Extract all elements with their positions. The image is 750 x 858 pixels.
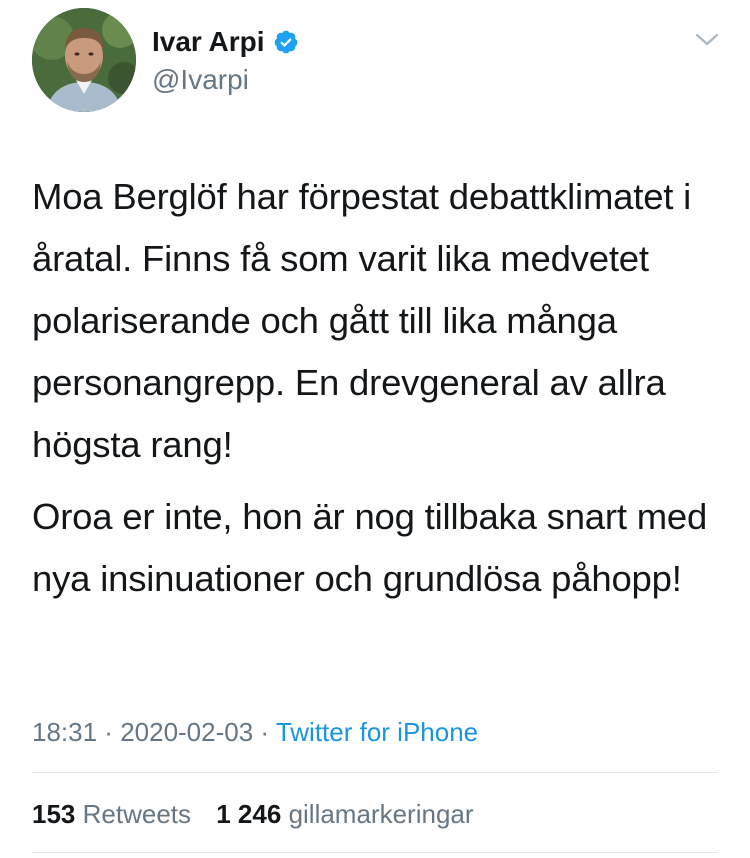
tweet-paragraph: Moa Berglöf har förpestat debattklimatet… [32, 176, 692, 465]
author-handle[interactable]: @Ivarpi [152, 64, 249, 96]
likes-stat[interactable]: 1 246 gillamarkeringar [216, 796, 473, 832]
retweets-stat[interactable]: 153 Retweets [32, 796, 191, 832]
tweet-paragraph: Oroa er inte, hon är nog tillbaka snart … [32, 496, 708, 599]
author-display-name[interactable]: Ivar Arpi [152, 26, 265, 58]
divider [32, 772, 718, 773]
tweet-meta: 18:31 · 2020-02-03 · Twitter for iPhone [32, 714, 478, 750]
tweet-source-link[interactable]: Twitter for iPhone [276, 717, 478, 747]
chevron-down-icon[interactable] [694, 30, 720, 50]
verified-badge-icon [273, 29, 299, 55]
avatar[interactable] [32, 8, 136, 112]
meta-separator: · [253, 717, 276, 747]
tweet-date: 2020-02-03 [120, 717, 254, 747]
tweet-time: 18:31 [32, 717, 98, 747]
author-name-row: Ivar Arpi [152, 26, 299, 58]
tweet-stats: 153 Retweets 1 246 gillamarkeringar [32, 796, 474, 832]
retweets-label: Retweets [82, 799, 192, 829]
tweet-text: Moa Berglöf har förpestat debattklimatet… [32, 166, 732, 610]
retweets-count: 153 [32, 799, 76, 829]
tweet-detail: Ivar Arpi @Ivarpi Moa Berglöf har förpes… [0, 0, 750, 858]
likes-count: 1 246 [216, 799, 282, 829]
avatar-photo [32, 8, 136, 112]
divider [32, 852, 718, 853]
meta-separator: · [97, 717, 121, 747]
likes-label: gillamarkeringar [288, 799, 474, 829]
